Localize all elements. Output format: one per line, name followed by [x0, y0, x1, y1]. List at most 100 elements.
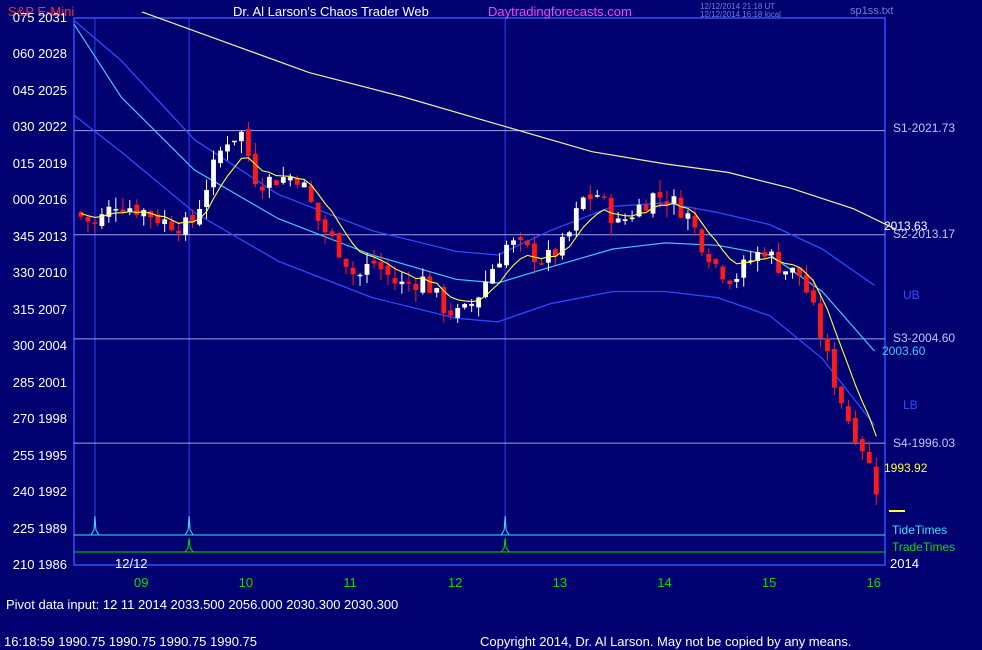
candle-body [573, 208, 579, 231]
candle-body [85, 216, 91, 222]
candle-body [462, 304, 468, 308]
candle-body [532, 243, 537, 263]
pivot-input-text: Pivot data input: 12 11 2014 2033.500 20… [6, 597, 399, 612]
lower-band-line [73, 114, 876, 426]
x-tick-label: 09 [134, 575, 149, 590]
candle-body [322, 219, 328, 233]
candle-body [371, 260, 377, 264]
trade-times-label: TradeTimes [892, 540, 956, 554]
candle-body [301, 182, 307, 188]
file-name: sp1ss.txt [850, 5, 894, 17]
candle-body [511, 240, 516, 245]
candle-body [706, 254, 712, 263]
y-tick-label: 000 2016 [12, 192, 67, 208]
candle-body [259, 186, 265, 191]
candle-body [427, 276, 433, 293]
candle-body [859, 439, 865, 452]
candle-body [218, 150, 223, 164]
candle-body [818, 303, 823, 338]
chart-frame [73, 17, 886, 566]
candle-body [657, 192, 663, 198]
candle-body [113, 209, 119, 211]
y-tick-label: 315 2007 [12, 301, 67, 317]
candle-body [636, 204, 642, 217]
slow-avg-value: 2013.63 [884, 219, 928, 233]
candle-body [92, 222, 98, 224]
candle-body [832, 349, 837, 388]
candle-body [134, 204, 140, 216]
y-tick-label: 345 2013 [12, 228, 67, 244]
candle-body [601, 196, 607, 198]
candle-body [622, 219, 628, 222]
x-tick-label: 15 [761, 575, 777, 590]
candle-body [685, 213, 691, 219]
x-tick-label: 11 [343, 575, 357, 590]
candle-body [790, 267, 795, 273]
x-tick-label: 16 [866, 575, 881, 590]
candle-body [246, 129, 251, 156]
candle-body [566, 232, 572, 237]
candle-body [364, 264, 370, 275]
candle-body [504, 244, 509, 266]
x-tick-label: 13 [552, 575, 568, 590]
candle-body [343, 258, 349, 267]
candle-body [350, 267, 356, 275]
cyan-band-value: 2003.60 [882, 344, 926, 358]
candle-body [455, 308, 461, 318]
date-label: 12/12 [115, 556, 148, 571]
candle-body [615, 218, 621, 223]
candle-body [287, 177, 293, 181]
candle-body [539, 263, 544, 265]
copyright-text: Copyright 2014, Dr. Al Larson. May not b… [480, 634, 852, 649]
x-tick-label: 10 [238, 575, 254, 590]
x-tick-label: 12 [447, 575, 463, 590]
y-tick-label: 075 2031 [12, 10, 67, 25]
timestamp-local: 12/12/2014 16:18 local [700, 10, 781, 19]
level-s3-label: S3-2004.60 [893, 331, 956, 345]
candle-body [273, 180, 279, 186]
candle-body [650, 193, 656, 214]
candle-body [120, 209, 126, 213]
candle-body [497, 263, 502, 268]
y-tick-label: 270 1998 [12, 411, 67, 427]
candle-body [783, 271, 788, 275]
candle-body [399, 281, 405, 285]
y-tick-label: 300 2004 [12, 338, 67, 354]
candle-body [845, 406, 851, 422]
candle-body [825, 338, 830, 352]
y-tick-label: 240 1992 [12, 484, 67, 500]
candle-body [266, 176, 272, 188]
candle-body [225, 144, 230, 152]
y-tick-label: 060 2028 [12, 46, 67, 62]
candle-body [357, 274, 363, 277]
y-tick-label: 210 1986 [12, 557, 67, 572]
candle-body [518, 237, 523, 241]
price-chart [73, 11, 905, 566]
candle-body [811, 290, 816, 303]
candle-body [594, 195, 600, 197]
trade-time-spike [184, 537, 194, 553]
candle-body [183, 217, 189, 235]
candle-body [385, 265, 391, 275]
candle-body [378, 262, 384, 270]
candle-body [162, 219, 168, 225]
candle-body [580, 197, 586, 210]
candle-body [141, 210, 147, 217]
candle-body [629, 217, 635, 220]
y-tick-label: 330 2010 [12, 265, 67, 281]
candle-body [643, 204, 649, 211]
candle-body [211, 159, 216, 188]
candle-body [469, 303, 475, 306]
y-tick-label: 255 1995 [12, 447, 67, 463]
candle-body [252, 153, 258, 184]
cyan-band-line [73, 23, 875, 352]
candle-body [866, 451, 872, 464]
candle-body [727, 280, 733, 285]
candle-body [490, 269, 495, 284]
x-tick-label: 14 [657, 575, 672, 590]
candle-body [413, 283, 419, 291]
candle-body [525, 240, 530, 246]
y-tick-label: 030 2022 [12, 119, 67, 135]
trade-time-spike [500, 537, 510, 553]
site-url[interactable]: Daytradingforecasts.com [488, 4, 632, 19]
